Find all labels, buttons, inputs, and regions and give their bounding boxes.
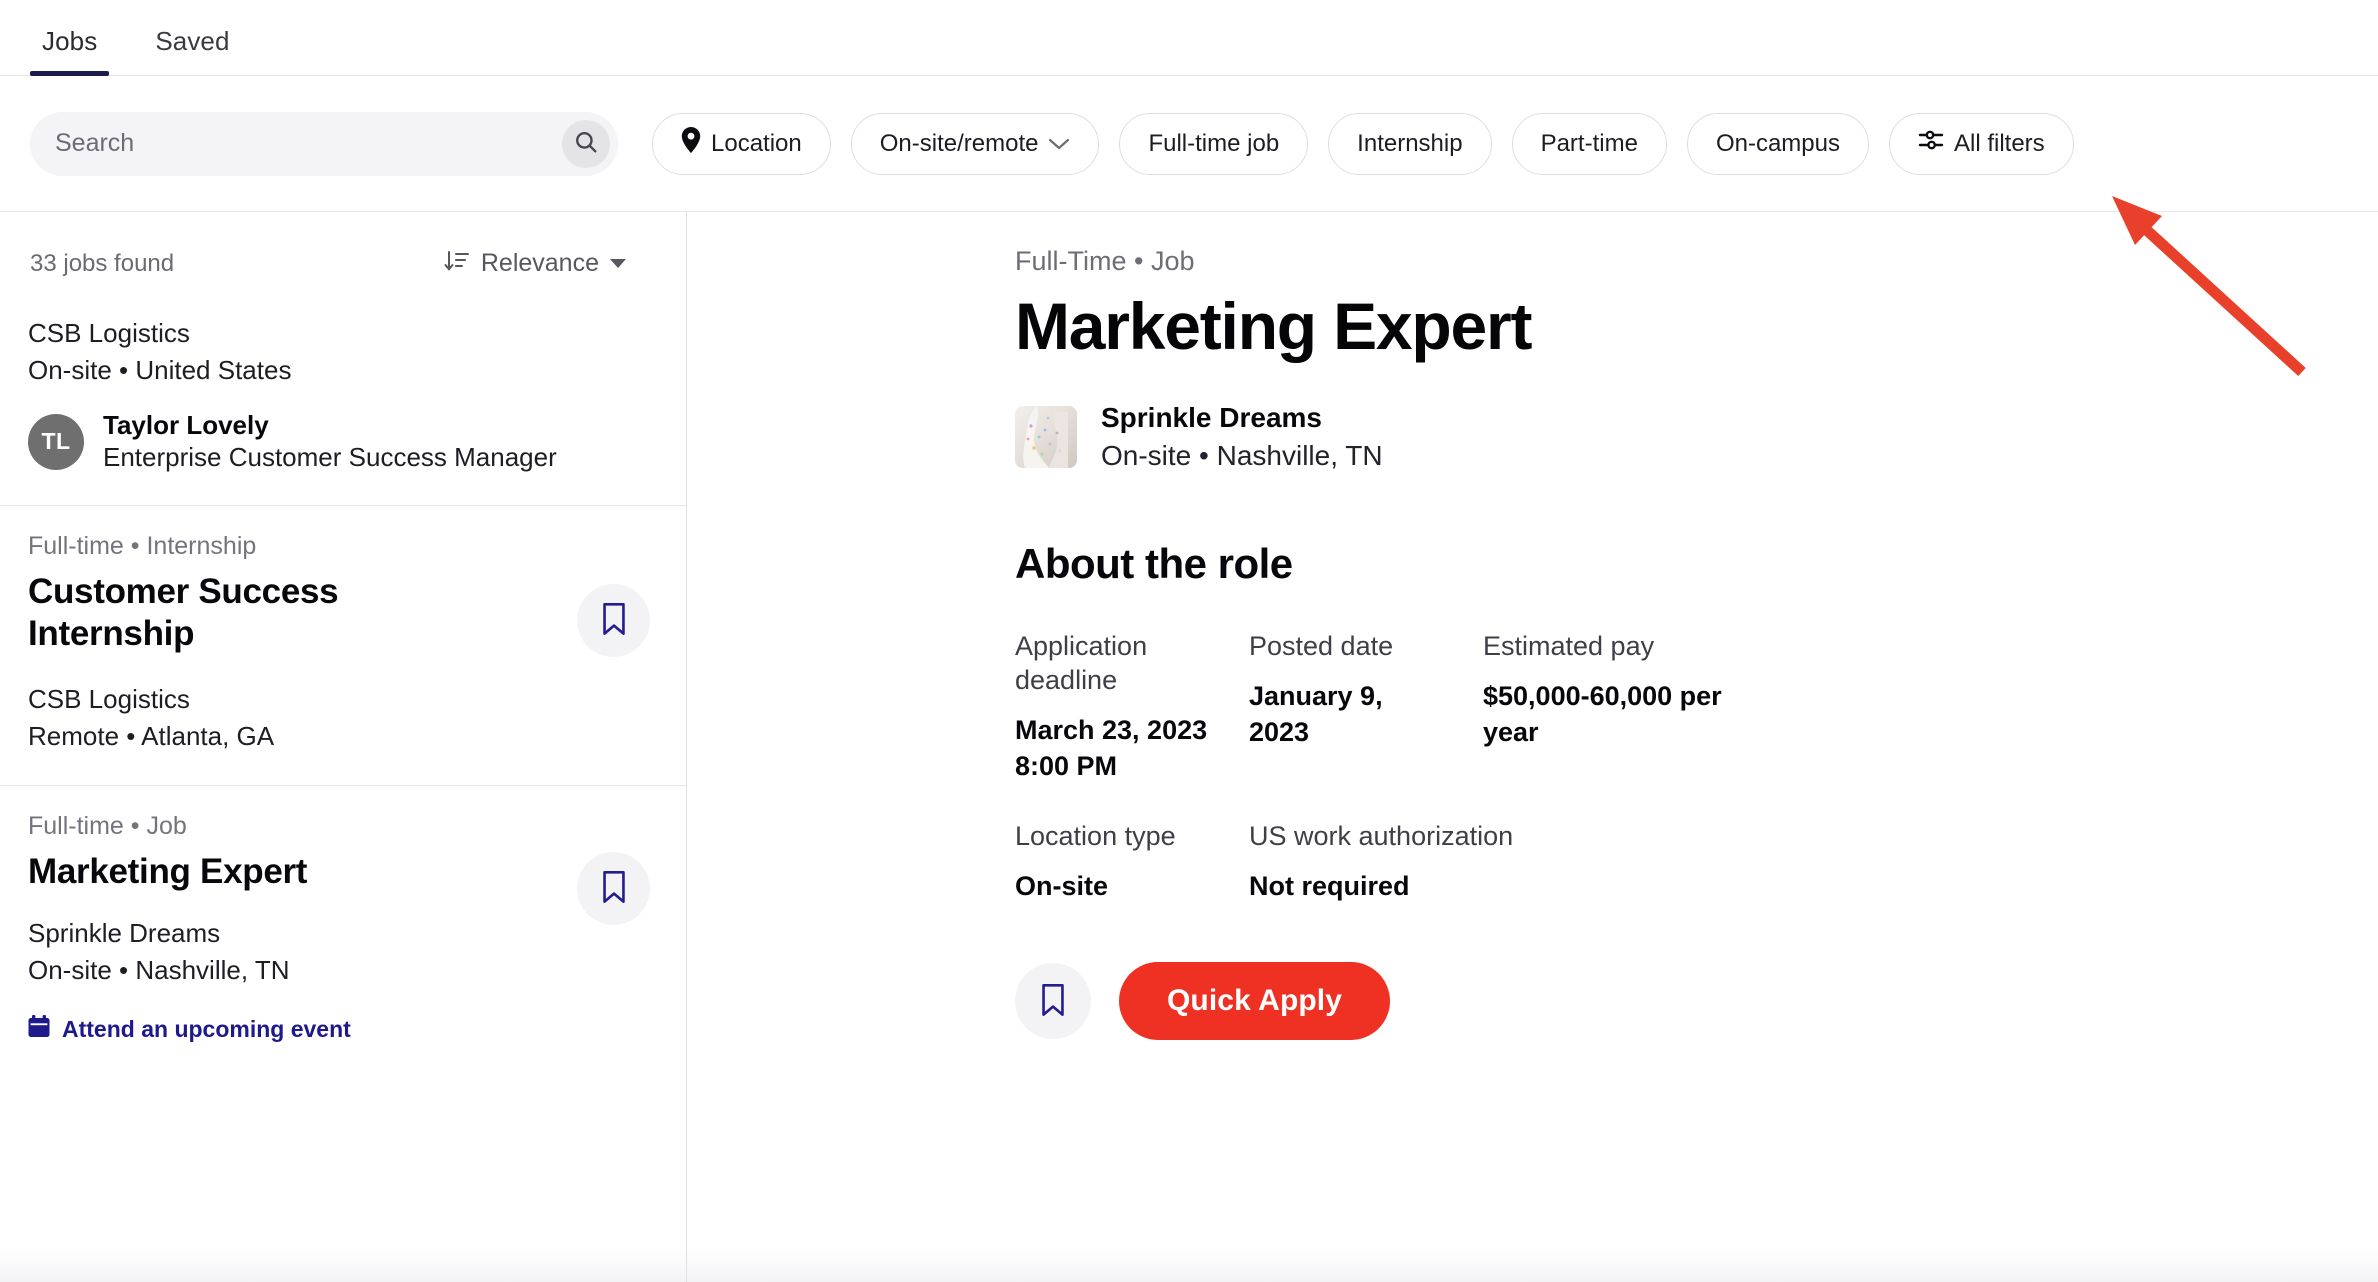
sliders-icon [1918, 128, 1944, 159]
filter-chip-onsite-remote[interactable]: On-site/remote [850, 112, 1100, 175]
detail-kicker: Full-Time • Job [1015, 246, 1195, 276]
detail-company-row[interactable]: Sprinkle Dreams On-site • Nashville, TN [1015, 400, 2318, 474]
fact-label: Application deadline [1015, 631, 1148, 696]
list-item[interactable]: Full-time • Internship Customer Success … [0, 506, 686, 786]
location-pin-icon [681, 127, 701, 160]
attend-event-link[interactable]: Attend an upcoming event [28, 1014, 656, 1045]
bookmark-button[interactable] [577, 851, 650, 925]
fact-value: Not required [1249, 871, 1410, 902]
result-title: Marketing Expert [28, 851, 308, 891]
quick-apply-button[interactable]: Quick Apply [1119, 962, 1391, 1041]
filter-chip-all-filters[interactable]: All filters [1888, 112, 2074, 175]
avatar: TL [28, 413, 84, 470]
contact-role: Enterprise Customer Success Manager [103, 442, 557, 473]
sidebar-scroll-fade [0, 1248, 686, 1282]
fact-posted-date: Posted date January 9, 2023 [1249, 630, 1483, 820]
fact-value: $50,000-60,000 per year [1483, 681, 1722, 748]
filter-chip-on-campus-label: On-campus [1715, 129, 1840, 157]
section-title-about-the-role: About the role [1015, 540, 1293, 588]
results-count: 33 jobs found [30, 249, 175, 277]
tab-jobs[interactable]: Jobs [30, 26, 110, 76]
fact-estimated-pay: Estimated pay $50,000-60,000 per year [1483, 630, 1783, 820]
results-header: 33 jobs found Relevance [0, 212, 686, 279]
detail-actions: Quick Apply [1015, 962, 2318, 1041]
fact-value: January 9, 2023 [1249, 681, 1383, 748]
bookmark-icon [601, 870, 627, 907]
sort-descending-icon [444, 248, 470, 279]
search-input[interactable] [30, 129, 618, 158]
tab-jobs-label: Jobs [42, 26, 98, 56]
attend-event-label: Attend an upcoming event [62, 1016, 351, 1043]
company-logo [1015, 406, 1077, 469]
fact-application-deadline: Application deadline March 23, 2023 8:00… [1015, 630, 1249, 820]
save-job-button[interactable] [1015, 963, 1091, 1040]
result-title: Customer Success Internship [28, 572, 339, 654]
result-location: Remote • Atlanta, GA [28, 721, 275, 752]
fact-spacer [1483, 820, 1783, 940]
fact-value: March 23, 2023 8:00 PM [1015, 714, 1208, 782]
role-facts-grid: Application deadline March 23, 2023 8:00… [1015, 630, 1835, 940]
result-location: On-site • United States [28, 354, 292, 385]
fact-label: Location type [1015, 821, 1176, 852]
sort-label: Relevance [480, 249, 599, 277]
bookmark-icon [1040, 983, 1066, 1020]
job-detail-panel: Full-Time • Job Marketing Expert Sprinkl… [687, 212, 2378, 1282]
filter-chip-list: Location On-site/remote Full-time job In… [652, 112, 2074, 175]
filter-chip-internship-label: Internship [1357, 129, 1463, 157]
filter-chip-location-label: Location [711, 129, 802, 157]
filter-chip-part-time-label: Part-time [1540, 129, 1638, 157]
fact-label: US work authorization [1249, 821, 1514, 852]
filter-chip-all-filters-label: All filters [1953, 129, 2045, 157]
fact-location-type: Location type On-site [1015, 820, 1249, 940]
result-company: CSB Logistics [28, 684, 190, 715]
tab-saved[interactable]: Saved [143, 26, 241, 75]
contact-person[interactable]: TL Taylor Lovely Enterprise Customer Suc… [28, 409, 656, 475]
top-tabbar: Jobs Saved [0, 0, 2378, 76]
search-submit-button[interactable] [562, 119, 610, 168]
bookmark-button[interactable] [577, 584, 650, 658]
filter-chip-full-time-job[interactable]: Full-time job [1119, 112, 1309, 175]
search-box [30, 111, 618, 176]
calendar-icon [28, 1014, 50, 1045]
detail-scroll-fade [687, 1248, 2378, 1282]
filter-chip-internship[interactable]: Internship [1328, 112, 1492, 175]
filter-chip-on-campus[interactable]: On-campus [1686, 112, 1869, 175]
result-meta: Full-time • Job [28, 811, 187, 840]
jobs-page: Jobs Saved Search Location On-site/remot… [0, 0, 2378, 1282]
page-title: Marketing Expert [1015, 289, 1532, 363]
contact-name: Taylor Lovely [103, 409, 269, 440]
fact-label: Estimated pay [1483, 631, 1655, 662]
fact-label: Posted date [1249, 631, 1394, 662]
fact-us-work-authorization: US work authorization Not required [1249, 820, 1514, 940]
result-company: Sprinkle Dreams [28, 917, 221, 948]
filter-chip-location[interactable]: Location [652, 112, 831, 175]
fact-value: On-site [1015, 871, 1109, 902]
result-location: On-site • Nashville, TN [28, 954, 290, 985]
detail-company-location: On-site • Nashville, TN [1101, 439, 1383, 471]
bookmark-icon [601, 602, 627, 639]
filter-chip-onsite-remote-label: On-site/remote [879, 129, 1039, 157]
search-icon [573, 129, 599, 158]
filter-chip-full-time-job-label: Full-time job [1148, 129, 1280, 157]
filter-chip-part-time[interactable]: Part-time [1511, 112, 1667, 175]
tab-saved-label: Saved [155, 26, 230, 56]
list-item[interactable]: Full-time • Job Marketing Expert Sprinkl… [0, 786, 686, 1075]
search-and-filter-bar: Location On-site/remote Full-time job In… [0, 76, 2378, 212]
content-area: 33 jobs found Relevance CSB Logistics On… [0, 212, 2378, 1282]
result-meta: Full-time • Internship [28, 532, 257, 561]
list-item[interactable]: CSB Logistics On-site • United States TL… [0, 279, 686, 507]
chevron-down-icon [610, 259, 626, 268]
sort-control[interactable]: Relevance [444, 248, 656, 279]
result-company: CSB Logistics [28, 318, 190, 348]
detail-company-name: Sprinkle Dreams [1101, 402, 1322, 434]
job-results-sidebar: 33 jobs found Relevance CSB Logistics On… [0, 212, 687, 1282]
chevron-down-icon [1048, 130, 1070, 158]
